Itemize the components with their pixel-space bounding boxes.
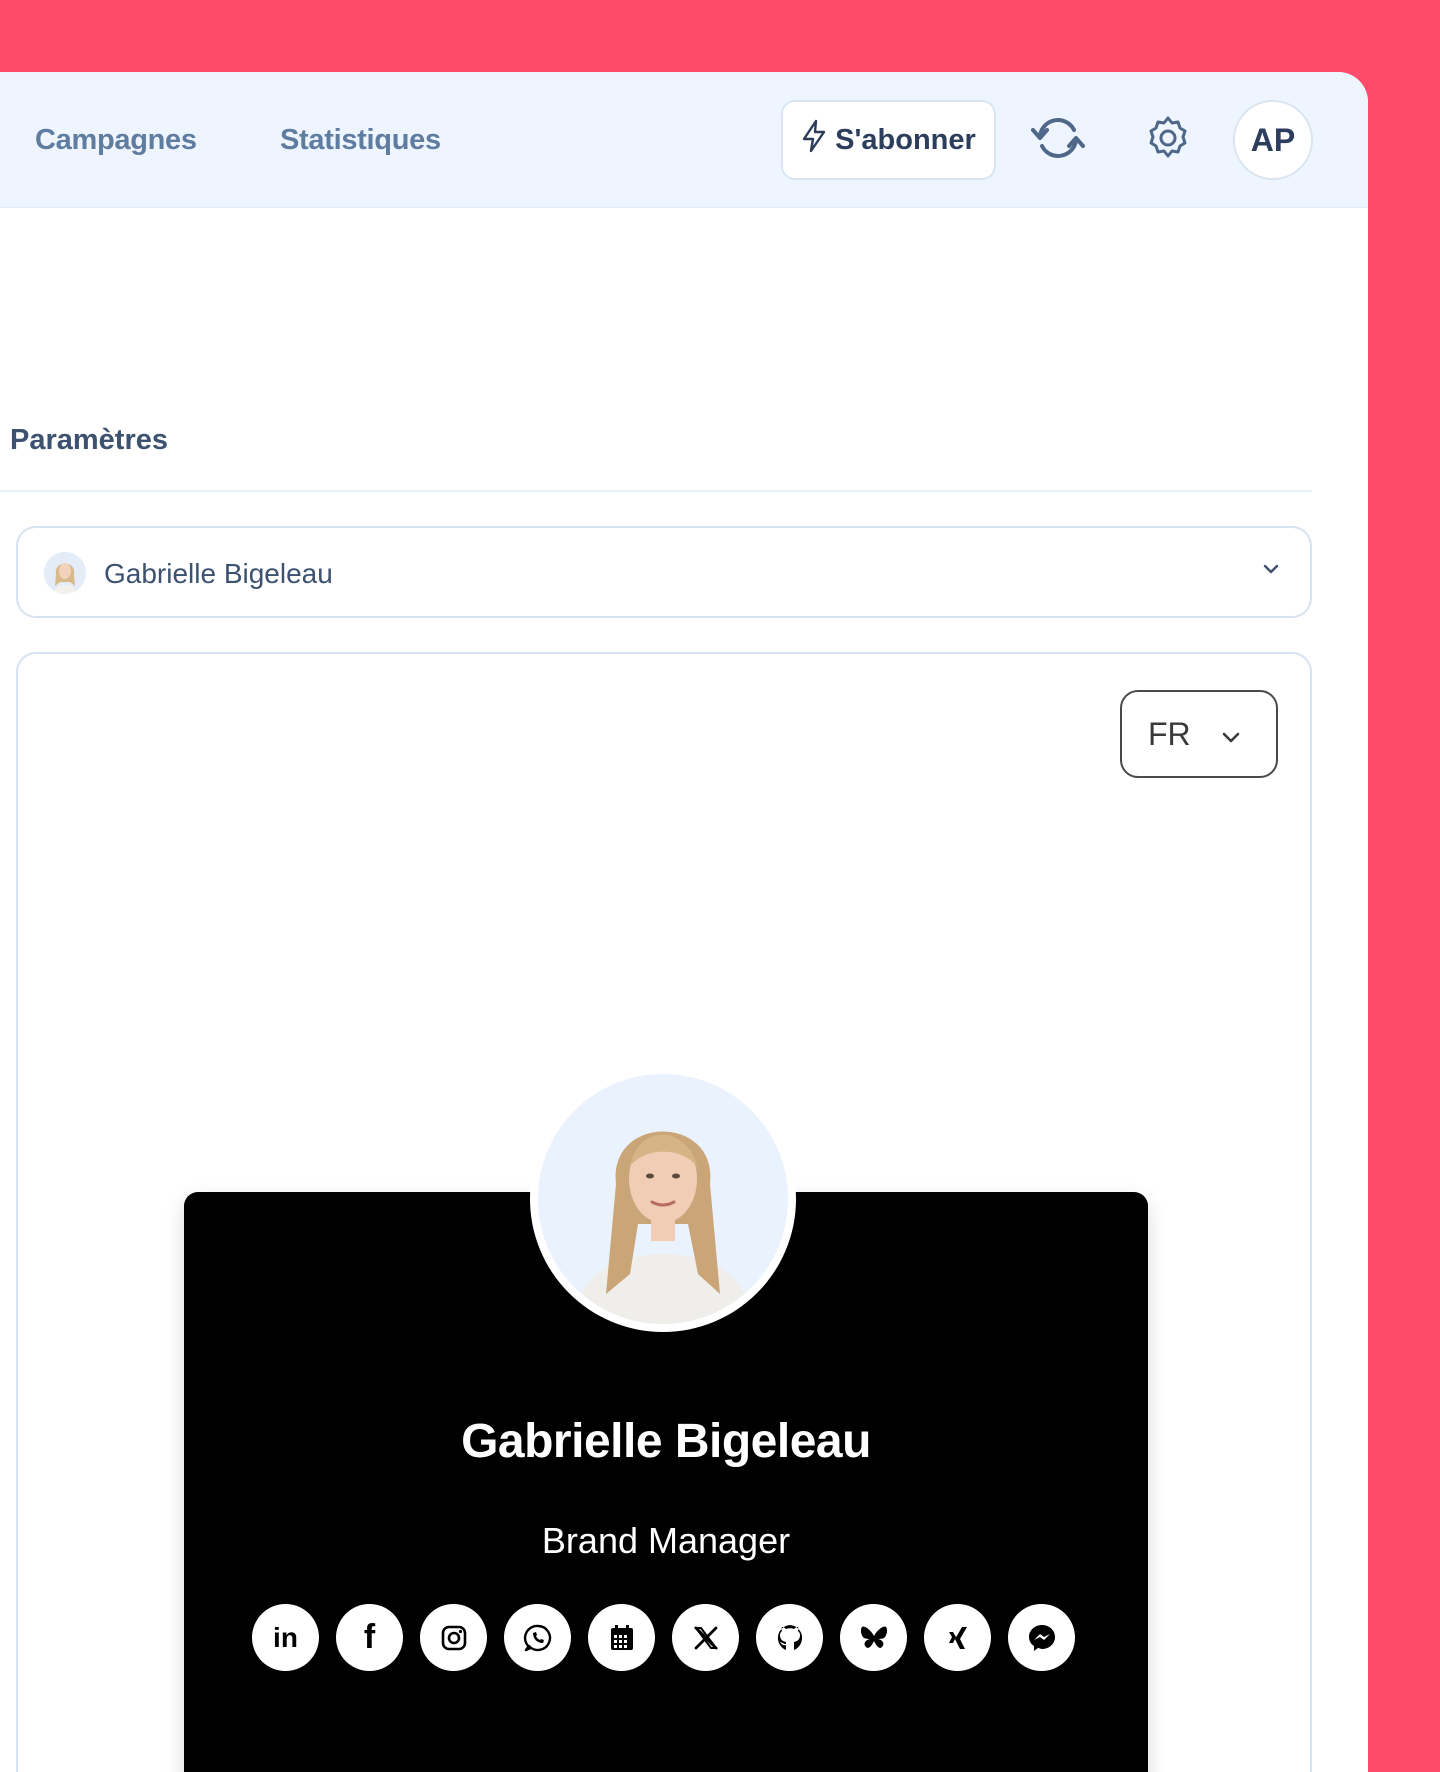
nav-link-campaigns[interactable]: Campagnes xyxy=(35,124,197,157)
subscribe-label: S'abonner xyxy=(835,123,976,156)
nav-link-statistics[interactable]: Statistiques xyxy=(280,124,441,157)
chevron-down-icon xyxy=(1221,716,1241,753)
selected-profile-name: Gabrielle Bigeleau xyxy=(104,558,333,589)
section-divider xyxy=(0,490,1312,492)
settings-button[interactable] xyxy=(1134,106,1202,174)
github-icon[interactable] xyxy=(756,1604,823,1671)
profile-photo xyxy=(530,1066,796,1332)
language-select[interactable]: FR xyxy=(1120,690,1278,778)
calendar-icon[interactable] xyxy=(588,1604,655,1671)
xing-icon[interactable] xyxy=(924,1604,991,1671)
x-twitter-icon[interactable] xyxy=(672,1604,739,1671)
profile-mini-avatar xyxy=(44,552,86,594)
subscribe-button[interactable]: S'abonner xyxy=(781,100,996,180)
linkedin-icon[interactable]: in xyxy=(252,1604,319,1671)
card-person-role: Brand Manager xyxy=(541,1520,791,1561)
facebook-icon[interactable]: f xyxy=(336,1604,403,1671)
chevron-down-icon xyxy=(1262,562,1280,580)
language-value: FR xyxy=(1148,715,1191,752)
sync-button[interactable] xyxy=(1024,106,1092,174)
instagram-icon[interactable] xyxy=(420,1604,487,1671)
card-person-name: Gabrielle Bigeleau xyxy=(461,1415,871,1468)
top-navigation-bar: Campagnes Statistiques S'abonner AP xyxy=(0,72,1368,208)
lightning-icon xyxy=(801,119,827,161)
social-icons-row: in f xyxy=(252,1604,1075,1671)
profile-select-dropdown[interactable]: Gabrielle Bigeleau xyxy=(16,526,1312,618)
signature-preview-panel: FR Gabrielle Bigeleau Brand Manager in f xyxy=(16,652,1312,1772)
whatsapp-icon[interactable] xyxy=(504,1604,571,1671)
messenger-icon[interactable] xyxy=(1008,1604,1075,1671)
bluesky-icon[interactable] xyxy=(840,1604,907,1671)
gear-icon xyxy=(1144,114,1192,167)
sync-icon xyxy=(1030,114,1086,167)
app-window: Campagnes Statistiques S'abonner AP Para… xyxy=(0,72,1368,1772)
section-title: Paramètres xyxy=(10,424,168,456)
user-avatar-button[interactable]: AP xyxy=(1233,100,1313,180)
avatar-initials: AP xyxy=(1250,121,1296,158)
